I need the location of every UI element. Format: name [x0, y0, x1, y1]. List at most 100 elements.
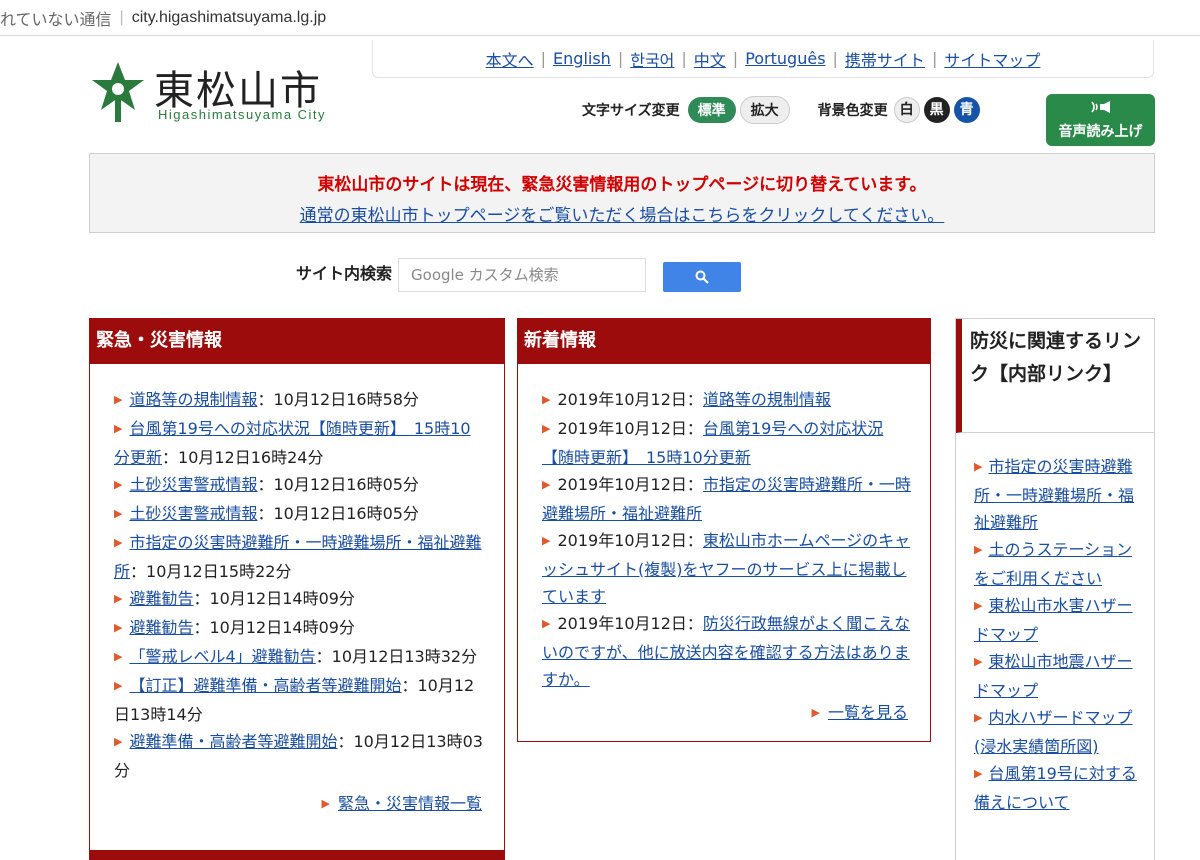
bullet-icon: ▶	[114, 735, 123, 748]
link-chinese[interactable]: 中文	[694, 47, 726, 71]
normal-top-page-link[interactable]: 通常の東松山市トップページをご覧いただく場合はこちらをクリックしてください。	[300, 201, 945, 226]
bg-white-button[interactable]: 白	[893, 97, 920, 123]
bullet-icon: ▶	[114, 507, 123, 520]
browser-address-bar[interactable]: れていない通信 | city.higashimatsuyama.lg.jp	[0, 0, 1200, 36]
divider: |	[832, 49, 838, 68]
sidebar-list: ▶ 市指定の災害時避難所・一時避難場所・福祉避難所 ▶ 土のうステーションをご利用く…	[956, 433, 1154, 816]
utility-nav: 本文へ | English | 한국어 | 中文 | Português | 携帯サイト |…	[372, 40, 1154, 78]
voice-readout-button[interactable]: 音声読み上げ	[1046, 94, 1155, 146]
emergency-item-link[interactable]: 「警戒レベル4」避難勧告	[129, 647, 315, 666]
link-sitemap[interactable]: サイトマップ	[944, 47, 1040, 71]
sidebar-item: ▶ 東松山市地震ハザードマップ	[974, 648, 1144, 704]
emergency-item-link[interactable]: 避難準備・高齢者等避難開始	[129, 732, 337, 751]
search-button[interactable]	[663, 262, 742, 292]
news-panel-title: 新着情報	[518, 318, 930, 364]
sidebar-link[interactable]: 台風第19号に対する備えについて	[974, 764, 1137, 812]
bullet-icon: ▶	[974, 543, 983, 556]
link-english[interactable]: English	[553, 49, 611, 68]
list-item: ▶ 2019年10月12日：東松山市ホームページのキャッシュサイト(複製)をヤフー…	[542, 527, 912, 610]
link-skip-to-content[interactable]: 本文へ	[486, 47, 534, 71]
sidebar-item: ▶ 土のうステーションをご利用ください	[974, 536, 1144, 592]
city-emblem-icon	[92, 62, 144, 122]
list-item: ▶ 2019年10月12日：道路等の規制情報	[542, 386, 912, 415]
news-panel: 新着情報 ▶ 2019年10月12日：道路等の規制情報 ▶ 2019年10月12日：…	[517, 318, 931, 742]
item-date: ：10月12日16時58分	[257, 390, 419, 409]
news-date: 2019年10月12日：	[557, 419, 703, 438]
item-date: ：10月12日14時09分	[193, 618, 355, 637]
bg-color-label: 背景色変更	[817, 103, 888, 119]
list-item: ▶ 土砂災害警戒情報：10月12日16時05分	[114, 500, 486, 529]
bullet-icon: ▶	[542, 393, 551, 406]
emergency-item-link[interactable]: 道路等の規制情報	[129, 390, 257, 409]
sidebar-link[interactable]: 市指定の災害時避難所・一時避難場所・福祉避難所	[974, 457, 1134, 532]
list-item: ▶ 2019年10月12日：市指定の災害時避難所・一時避難場所・福祉避難所	[542, 471, 912, 527]
bullet-icon: ▶	[114, 592, 123, 605]
news-item-link[interactable]: 道路等の規制情報	[703, 390, 831, 409]
emergency-item-link[interactable]: 避難勧告	[129, 618, 193, 637]
bullet-icon: ▶	[114, 422, 123, 435]
site-logo[interactable]: 東松山市 Higashimatsuyama City	[88, 58, 348, 130]
font-size-label: 文字サイズ変更	[582, 103, 680, 119]
bullet-icon: ▶	[811, 706, 820, 719]
emergency-panel-title: 緊急・災害情報	[90, 318, 504, 364]
sidebar-link[interactable]: 土のうステーションをご利用ください	[974, 540, 1132, 588]
news-date: 2019年10月12日：	[557, 390, 703, 409]
list-item: ▶ 市指定の災害時避難所・一時避難場所・福祉避難所：10月12日15時22分	[114, 529, 486, 585]
bullet-icon: ▶	[974, 599, 983, 612]
site-search: サイト内検索	[296, 258, 742, 292]
list-item: ▶ 避難勧告：10月12日14時09分	[114, 585, 486, 614]
emergency-item-link[interactable]: 土砂災害警戒情報	[129, 504, 257, 523]
bg-black-button[interactable]: 黒	[923, 97, 950, 123]
divider: |	[617, 49, 624, 68]
link-mobile-site[interactable]: 携帯サイト	[845, 47, 925, 71]
bullet-icon: ▶	[974, 767, 983, 780]
bullet-icon: ▶	[542, 422, 551, 435]
bg-blue-button[interactable]: 青	[953, 97, 980, 123]
font-size-enlarge-button[interactable]: 拡大	[739, 96, 790, 124]
bullet-icon: ▶	[542, 534, 551, 547]
emergency-info-panel: 緊急・災害情報 ▶ 道路等の規制情報：10月12日16時58分 ▶ 台風第19号への…	[89, 318, 505, 860]
list-item: ▶ 2019年10月12日：台風第19号への対応状況【随時更新】 15時10分更新	[542, 415, 912, 471]
list-item: ▶ 土砂災害警戒情報：10月12日16時05分	[114, 471, 486, 500]
item-date: ：10月12日15時22分	[130, 562, 292, 581]
sidebar-link[interactable]: 東松山市地震ハザードマップ	[974, 652, 1132, 700]
search-input[interactable]	[398, 258, 647, 292]
bullet-icon: ▶	[542, 617, 551, 630]
bullet-icon: ▶	[974, 711, 983, 724]
emergency-item-link[interactable]: 土砂災害警戒情報	[129, 475, 257, 494]
link-korean[interactable]: 한국어	[630, 47, 674, 71]
emergency-item-link[interactable]: 避難勧告	[129, 589, 193, 608]
list-item: ▶ 道路等の規制情報：10月12日16時58分	[114, 386, 486, 415]
bullet-icon: ▶	[321, 797, 330, 810]
bullet-icon: ▶	[542, 478, 551, 491]
url-text[interactable]: city.higashimatsuyama.lg.jp	[132, 9, 326, 27]
emergency-notice-box: 東松山市のサイトは現在、緊急災害情報用のトップページに切り替えています。 通常の…	[89, 153, 1155, 233]
search-label: サイト内検索	[296, 264, 393, 283]
emergency-list-all-link[interactable]: 緊急・災害情報一覧	[338, 794, 482, 813]
bullet-icon: ▶	[114, 650, 123, 663]
sidebar-item: ▶ 東松山市水害ハザードマップ	[974, 592, 1144, 648]
item-date: ：10月12日16時24分	[162, 448, 324, 467]
sidebar-link[interactable]: 内水ハザードマップ(浸水実績箇所図)	[974, 708, 1132, 756]
security-indicator[interactable]: れていない通信	[0, 6, 112, 30]
list-item: ▶ 台風第19号への対応状況【随時更新】 15時10分更新：10月12日16時24…	[114, 415, 486, 471]
news-list-all-link[interactable]: 一覧を見る	[828, 703, 908, 722]
list-item: ▶ 【訂正】避難準備・高齢者等避難開始：10月12日13時14分	[114, 672, 486, 728]
news-list: ▶ 2019年10月12日：道路等の規制情報 ▶ 2019年10月12日：台風第19…	[518, 364, 930, 693]
link-portuguese[interactable]: Português	[745, 49, 825, 68]
item-date: ：10月12日16時05分	[257, 475, 419, 494]
news-date: 2019年10月12日：	[557, 614, 703, 633]
bullet-icon: ▶	[114, 536, 123, 549]
sidebar-title: 防災に関連するリンク【内部リンク】	[956, 319, 1154, 433]
sidebar-item: ▶ 市指定の災害時避難所・一時避難場所・福祉避難所	[974, 453, 1144, 536]
news-date: 2019年10月12日：	[557, 531, 703, 550]
disaster-links-sidebar: 防災に関連するリンク【内部リンク】 ▶ 市指定の災害時避難所・一時避難場所・福祉避…	[955, 318, 1155, 860]
list-item: ▶ 避難準備・高齢者等避難開始：10月12日13時03分	[114, 728, 486, 784]
item-date: ：10月12日14時09分	[193, 589, 355, 608]
emergency-item-link[interactable]: 【訂正】避難準備・高齢者等避難開始	[129, 676, 401, 695]
font-size-standard-button[interactable]: 標準	[687, 97, 736, 123]
sidebar-link[interactable]: 東松山市水害ハザードマップ	[974, 596, 1132, 644]
news-date: 2019年10月12日：	[557, 475, 703, 494]
list-item: ▶ 2019年10月12日：防災行政無線がよく聞こえないのですが、他に放送内容を確…	[542, 610, 912, 693]
bullet-icon: ▶	[114, 478, 123, 491]
